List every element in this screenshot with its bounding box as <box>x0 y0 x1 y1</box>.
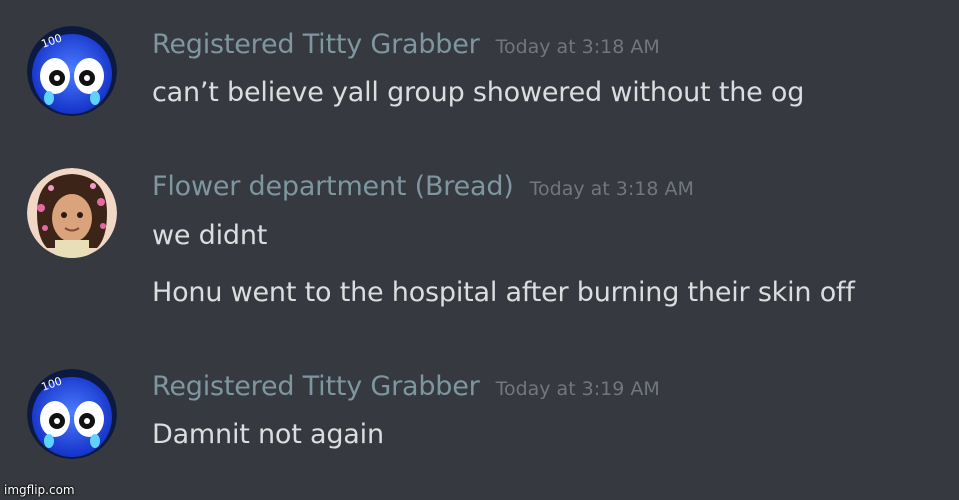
avatar[interactable]: 100 <box>27 369 117 459</box>
timestamp: Today at 3:19 AM <box>495 378 660 400</box>
username[interactable]: Registered Titty Grabber <box>152 29 480 60</box>
watermark: imgflip.com <box>4 483 75 497</box>
timestamp: Today at 3:18 AM <box>495 36 660 58</box>
username[interactable]: Registered Titty Grabber <box>152 371 480 402</box>
message-text: Damnit not again <box>152 419 384 450</box>
avatar[interactable] <box>27 168 117 258</box>
timestamp: Today at 3:18 AM <box>529 178 694 200</box>
message-text: Honu went to the hospital after burning … <box>152 277 855 308</box>
username[interactable]: Flower department (Bread) <box>152 171 514 202</box>
avatar[interactable]: 100 <box>27 26 117 116</box>
message-text: can’t believe yall group showered withou… <box>152 77 805 108</box>
message-text: we didnt <box>152 220 268 251</box>
